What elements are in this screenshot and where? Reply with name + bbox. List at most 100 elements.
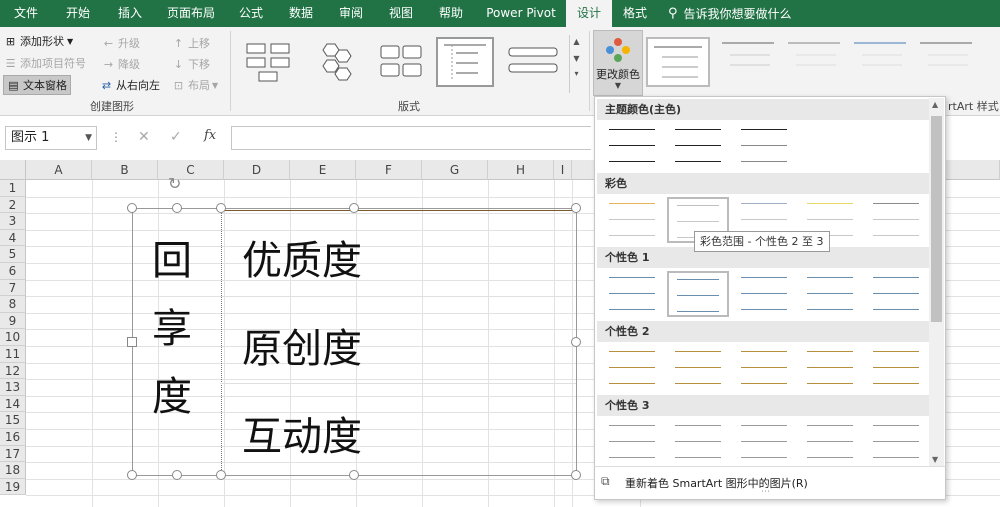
layout-gallery-scroll[interactable]: ▲ ▼ ▾: [569, 35, 583, 93]
resize-handle[interactable]: [216, 470, 226, 480]
resize-handle[interactable]: [127, 337, 137, 347]
layout-thumb-4-selected[interactable]: [436, 37, 494, 87]
tab-6[interactable]: 审阅: [326, 0, 376, 27]
row-header[interactable]: 8: [0, 296, 26, 313]
column-header[interactable]: H: [488, 160, 554, 180]
tab-8[interactable]: 帮助: [426, 0, 476, 27]
move-down-button[interactable]: ↓ 下移: [172, 56, 210, 72]
enter-icon[interactable]: ✓: [170, 129, 182, 145]
row-header[interactable]: 6: [0, 263, 26, 280]
row-header[interactable]: 17: [0, 445, 26, 463]
column-header[interactable]: B: [92, 160, 158, 180]
tab-4[interactable]: 公式: [226, 0, 276, 27]
row-header[interactable]: 13: [0, 379, 26, 396]
color-option-swatch[interactable]: [733, 123, 795, 169]
smartart-item-1[interactable]: 优质度: [242, 228, 362, 286]
layout-thumb-3[interactable]: [372, 37, 430, 87]
tab-11[interactable]: 格式: [612, 0, 658, 27]
smartart-item-2[interactable]: 原创度: [242, 316, 362, 374]
resize-handle[interactable]: [571, 203, 581, 213]
color-option-swatch[interactable]: [799, 345, 861, 391]
row-header[interactable]: 11: [0, 346, 26, 363]
scroll-up-icon[interactable]: ▲: [932, 100, 938, 109]
smartart-style-thumb-5[interactable]: [914, 37, 978, 85]
color-option-swatch[interactable]: [733, 271, 795, 317]
row-header[interactable]: 5: [0, 246, 26, 263]
layout-thumb-1[interactable]: [240, 37, 298, 87]
smartart-left-char-3[interactable]: 度: [152, 364, 192, 422]
row-header[interactable]: 1: [0, 180, 26, 197]
column-header[interactable]: G: [422, 160, 488, 180]
row-header[interactable]: 3: [0, 213, 26, 230]
layout-thumb-2[interactable]: [306, 37, 364, 87]
tab-10[interactable]: 设计: [566, 0, 612, 27]
insert-function-icon[interactable]: fx: [204, 128, 216, 143]
move-up-button[interactable]: ↑ 上移: [172, 35, 210, 51]
smartart-item-3[interactable]: 互动度: [242, 404, 362, 462]
color-option-swatch[interactable]: [601, 345, 663, 391]
scrollbar-thumb[interactable]: [931, 116, 942, 322]
recolor-pictures-option[interactable]: ⧉ 重新着色 SmartArt 图形中的图片(R) ⋯: [594, 466, 946, 500]
row-header[interactable]: 16: [0, 429, 26, 446]
color-option-swatch[interactable]: [601, 123, 663, 169]
resize-grip-icon[interactable]: ⋯: [761, 487, 770, 497]
smartart-style-thumb-2[interactable]: [716, 37, 780, 85]
row-header[interactable]: 15: [0, 412, 26, 429]
add-shape-button[interactable]: ⊞ 添加形状 ▼: [4, 33, 73, 49]
select-all-corner[interactable]: [0, 160, 26, 180]
row-header[interactable]: 7: [0, 279, 26, 297]
tab-1[interactable]: 开始: [52, 0, 104, 27]
color-option-swatch[interactable]: [601, 271, 663, 317]
tab-0[interactable]: 文件: [0, 0, 52, 27]
resize-handle[interactable]: [349, 470, 359, 480]
resize-handle[interactable]: [127, 203, 137, 213]
color-option-swatch[interactable]: [667, 271, 729, 317]
cancel-icon[interactable]: ✕: [138, 129, 150, 145]
resize-handle[interactable]: [127, 470, 137, 480]
color-option-swatch[interactable]: [733, 419, 795, 465]
color-option-swatch[interactable]: [865, 345, 927, 391]
row-header[interactable]: 19: [0, 478, 26, 496]
smartart-left-char-2[interactable]: 享: [152, 296, 192, 354]
column-header[interactable]: D: [224, 160, 290, 180]
change-colors-button[interactable]: 更改颜色 ▼: [593, 30, 643, 96]
layout-thumb-5[interactable]: [502, 37, 560, 87]
color-option-swatch[interactable]: [667, 345, 729, 391]
row-header[interactable]: 12: [0, 362, 26, 380]
tell-me-search[interactable]: ⚲ 告诉我你想要做什么: [668, 5, 792, 22]
column-header[interactable]: I: [554, 160, 572, 180]
rotate-handle-icon[interactable]: ↻: [168, 174, 181, 193]
name-box[interactable]: 图示 1 ▼: [5, 126, 97, 150]
resize-handle[interactable]: [172, 203, 182, 213]
row-header[interactable]: 10: [0, 329, 26, 346]
row-header[interactable]: 2: [0, 196, 26, 214]
color-option-swatch[interactable]: [667, 123, 729, 169]
resize-handle[interactable]: [172, 470, 182, 480]
layout-button[interactable]: ⊡ 布局 ▼: [172, 77, 218, 93]
smartart-graphic[interactable]: 回 享 度 优质度 原创度 互动度 ↻: [127, 174, 581, 480]
tab-5[interactable]: 数据: [276, 0, 326, 27]
resize-handle[interactable]: [571, 337, 581, 347]
resize-handle[interactable]: [349, 203, 359, 213]
scroll-down-icon[interactable]: ▼: [932, 455, 938, 464]
column-header[interactable]: E: [290, 160, 356, 180]
tab-9[interactable]: Power Pivot: [476, 0, 566, 27]
color-option-swatch[interactable]: [865, 271, 927, 317]
tab-7[interactable]: 视图: [376, 0, 426, 27]
column-header[interactable]: A: [26, 160, 92, 180]
smartart-style-thumb-1[interactable]: [646, 37, 710, 87]
demote-button[interactable]: → 降级: [102, 56, 140, 72]
row-header[interactable]: 14: [0, 395, 26, 413]
column-header[interactable]: F: [356, 160, 422, 180]
row-header[interactable]: 9: [0, 312, 26, 330]
color-option-swatch[interactable]: [865, 419, 927, 465]
dropdown-scrollbar[interactable]: ▲ ▼: [929, 98, 944, 466]
color-option-swatch[interactable]: [733, 345, 795, 391]
add-bullet-button[interactable]: ☰ 添加项目符号: [4, 55, 86, 71]
resize-handle[interactable]: [571, 470, 581, 480]
formula-input[interactable]: [231, 126, 591, 150]
smartart-left-char-1[interactable]: 回: [152, 228, 192, 286]
resize-handle[interactable]: [216, 203, 226, 213]
color-option-swatch[interactable]: [601, 197, 663, 243]
smartart-style-thumb-4[interactable]: [848, 37, 912, 85]
